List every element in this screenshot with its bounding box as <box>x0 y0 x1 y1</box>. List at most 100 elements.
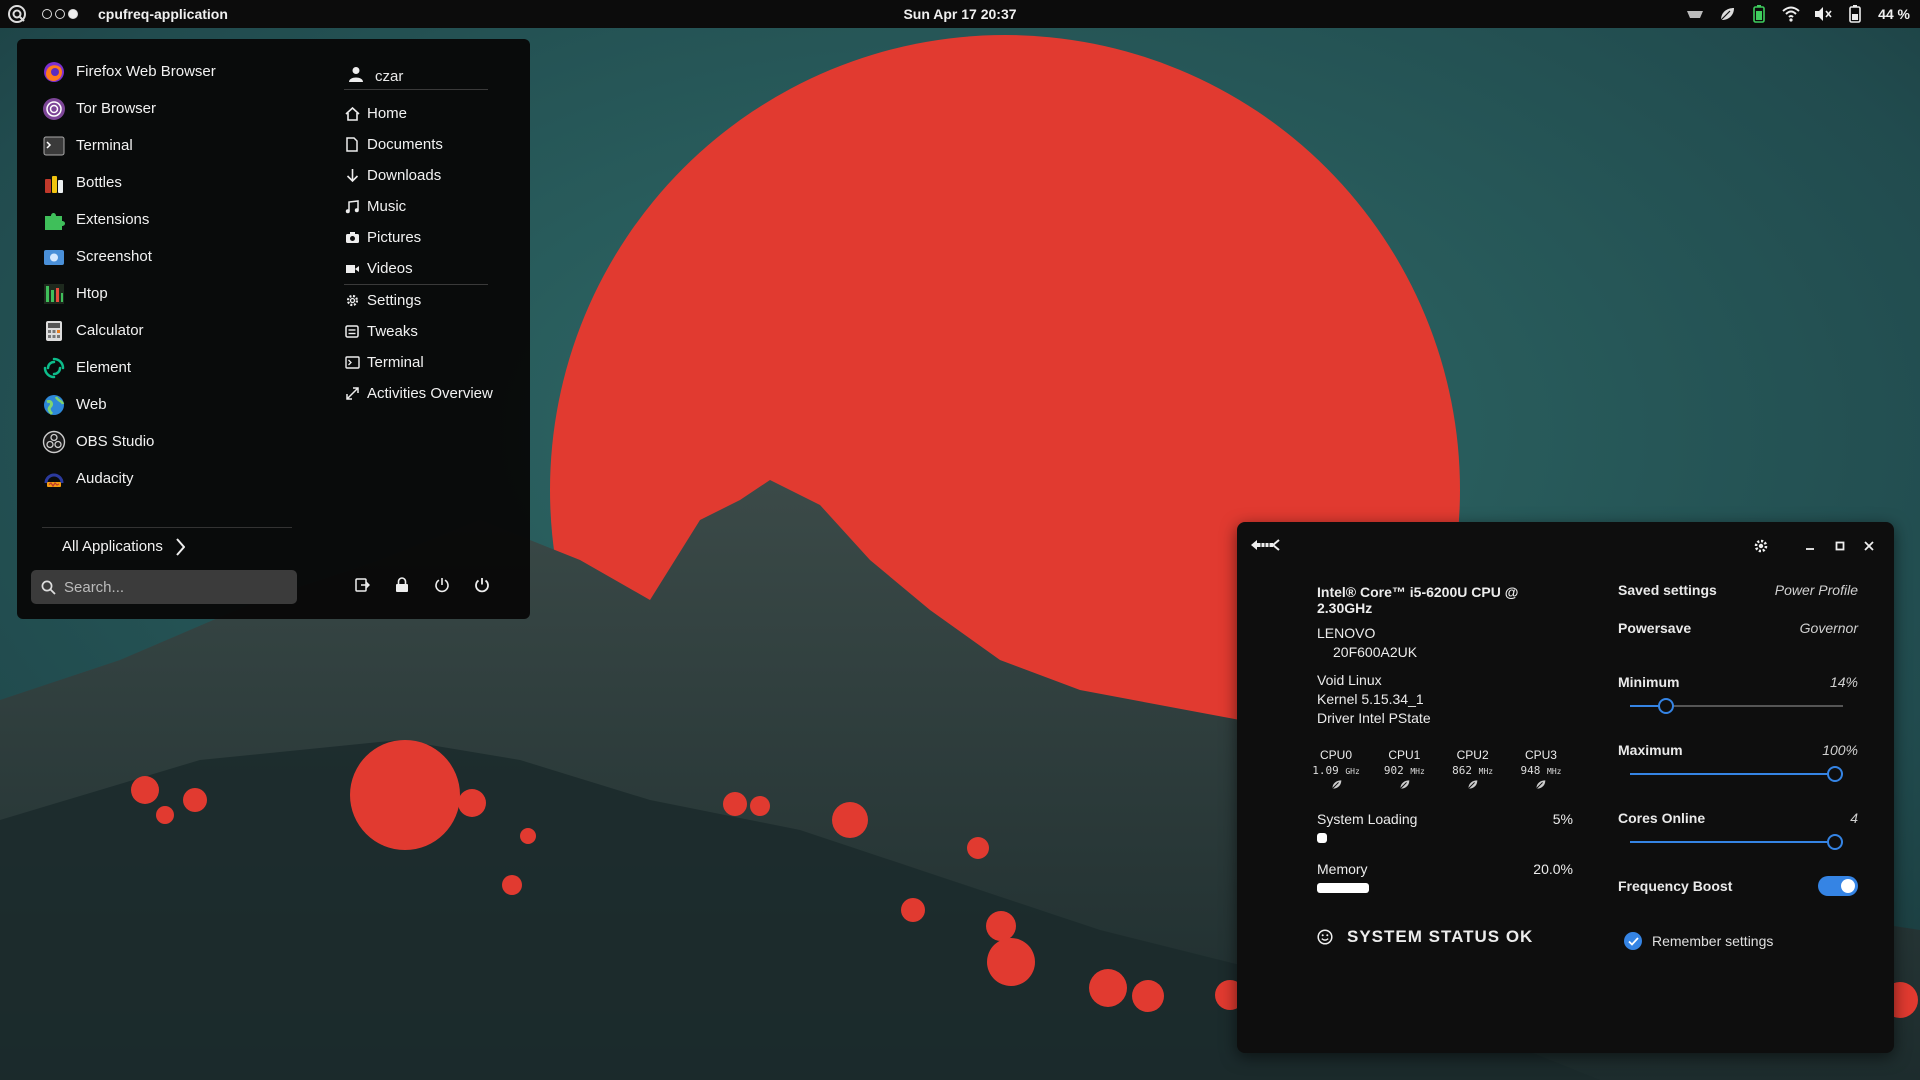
place-item-music[interactable]: Music <box>344 191 494 222</box>
workspace-dot[interactable] <box>42 9 52 19</box>
app-label: Audacity <box>76 470 134 487</box>
all-applications-label: All Applications <box>62 538 163 555</box>
place-item-pictures[interactable]: Pictures <box>344 222 494 253</box>
system-label: Tweaks <box>367 323 418 340</box>
battery-icon[interactable] <box>1846 5 1864 23</box>
place-item-downloads[interactable]: Downloads <box>344 160 494 191</box>
volume-muted-icon[interactable] <box>1814 5 1832 23</box>
system-item-terminal[interactable]: Terminal <box>344 347 494 378</box>
profile-row[interactable]: Saved settings Power Profile <box>1618 582 1858 598</box>
app-label: Calculator <box>76 322 144 339</box>
app-label: Screenshot <box>76 248 152 265</box>
app-label: Terminal <box>76 137 133 154</box>
extensions-icon <box>42 208 66 232</box>
clock[interactable]: Sun Apr 17 20:37 <box>903 6 1016 22</box>
place-item-home[interactable]: Home <box>344 98 494 129</box>
workspace-dot-active[interactable] <box>68 9 78 19</box>
workspace-indicator[interactable] <box>42 9 78 19</box>
core-cpu3: CPU3 948 MHz <box>1512 748 1570 791</box>
memory-bar-fill <box>1317 883 1369 893</box>
lock-icon <box>396 577 408 592</box>
all-applications-button[interactable]: All Applications <box>42 527 292 565</box>
app-item-audacity[interactable]: Audacity <box>42 460 282 497</box>
remember-settings-checkbox[interactable]: Remember settings <box>1624 932 1858 950</box>
preferences-button[interactable] <box>1751 536 1771 556</box>
slider-handle[interactable] <box>1827 834 1843 850</box>
governor-value: Governor <box>1799 620 1858 636</box>
cpufreq-tray-icon[interactable] <box>1686 5 1704 23</box>
system-item-tweaks[interactable]: Tweaks <box>344 316 494 347</box>
minimize-button[interactable] <box>1800 536 1820 556</box>
core-frequencies: CPU0 1.09 GHz CPU1 902 MHz CPU2 862 MHz … <box>1305 748 1570 791</box>
maximum-label: Maximum <box>1618 742 1683 758</box>
wifi-icon[interactable] <box>1782 5 1800 23</box>
battery-percentage[interactable]: 44 % <box>1878 6 1910 22</box>
governor-row[interactable]: Powersave Governor <box>1618 620 1858 636</box>
checkmark-icon <box>1624 932 1642 950</box>
battery-saver-icon[interactable] <box>1750 5 1768 23</box>
system-item-activities-overview[interactable]: Activities Overview <box>344 378 494 409</box>
logout-button[interactable] <box>353 576 371 594</box>
place-item-documents[interactable]: Documents <box>344 129 494 160</box>
slider-handle[interactable] <box>1827 766 1843 782</box>
place-item-videos[interactable]: Videos <box>344 253 494 284</box>
app-item-htop[interactable]: Htop <box>42 275 282 312</box>
place-label: Home <box>367 105 408 122</box>
activities-button[interactable] <box>0 0 34 28</box>
core-name: CPU2 <box>1456 748 1489 762</box>
window-header[interactable] <box>1237 522 1894 572</box>
app-item-web[interactable]: Web <box>42 386 282 423</box>
app-item-firefox[interactable]: Firefox Web Browser <box>42 53 282 90</box>
app-label: Firefox Web Browser <box>76 63 216 80</box>
session-buttons <box>353 576 491 594</box>
app-label: Web <box>76 396 107 413</box>
memory-value: 20.0% <box>1533 861 1573 877</box>
core-unit: GHz <box>1345 767 1360 776</box>
logout-icon <box>355 578 370 592</box>
frequency-boost-switch[interactable] <box>1818 876 1858 896</box>
app-item-obs-studio[interactable]: OBS Studio <box>42 423 282 460</box>
core-unit: MHz <box>1410 767 1425 776</box>
screenshot-icon <box>42 245 66 269</box>
system-status: SYSTEM STATUS OK <box>1317 927 1573 947</box>
minimum-slider[interactable] <box>1630 696 1843 716</box>
calculator-icon <box>42 319 66 343</box>
driver-name: Driver Intel PState <box>1317 710 1431 726</box>
application-menu: Firefox Web Browser Tor Browser Terminal… <box>17 39 530 619</box>
workspace-dot[interactable] <box>55 9 65 19</box>
app-item-tor-browser[interactable]: Tor Browser <box>42 90 282 127</box>
user-item[interactable]: czar <box>344 63 488 90</box>
maximum-slider[interactable] <box>1630 764 1843 784</box>
system-item-settings[interactable]: Settings <box>344 285 494 316</box>
place-label: Downloads <box>367 167 442 184</box>
close-button[interactable] <box>1859 536 1879 556</box>
restart-button[interactable] <box>433 576 451 594</box>
app-item-terminal[interactable]: Terminal <box>42 127 282 164</box>
memory-bar <box>1317 883 1369 893</box>
focused-app-name[interactable]: cpufreq-application <box>98 6 228 22</box>
lock-button[interactable] <box>393 576 411 594</box>
minimum-value: 14% <box>1829 674 1858 690</box>
leaf-icon <box>1536 780 1546 789</box>
leaf-icon[interactable] <box>1718 5 1736 23</box>
cores-online-value: 4 <box>1850 810 1858 826</box>
minimum-label: Minimum <box>1618 674 1680 690</box>
app-item-calculator[interactable]: Calculator <box>42 312 282 349</box>
app-item-bottles[interactable]: Bottles <box>42 164 282 201</box>
search-box[interactable] <box>31 570 297 604</box>
app-item-extensions[interactable]: Extensions <box>42 201 282 238</box>
app-item-screenshot[interactable]: Screenshot <box>42 238 282 275</box>
system-loading-bar <box>1317 833 1369 843</box>
cores-online-slider[interactable] <box>1630 832 1843 852</box>
slider-handle[interactable] <box>1657 698 1674 714</box>
maximize-button[interactable] <box>1830 536 1850 556</box>
app-label: Htop <box>76 285 108 302</box>
app-item-element[interactable]: Element <box>42 349 282 386</box>
system-tray[interactable]: 44 % <box>1686 5 1910 23</box>
expand-icon <box>344 386 360 402</box>
cores-online-row: Cores Online 4 <box>1618 810 1858 826</box>
smiley-icon <box>1317 929 1333 945</box>
restart-icon <box>435 578 449 593</box>
power-off-button[interactable] <box>473 576 491 594</box>
search-input[interactable] <box>64 578 264 596</box>
